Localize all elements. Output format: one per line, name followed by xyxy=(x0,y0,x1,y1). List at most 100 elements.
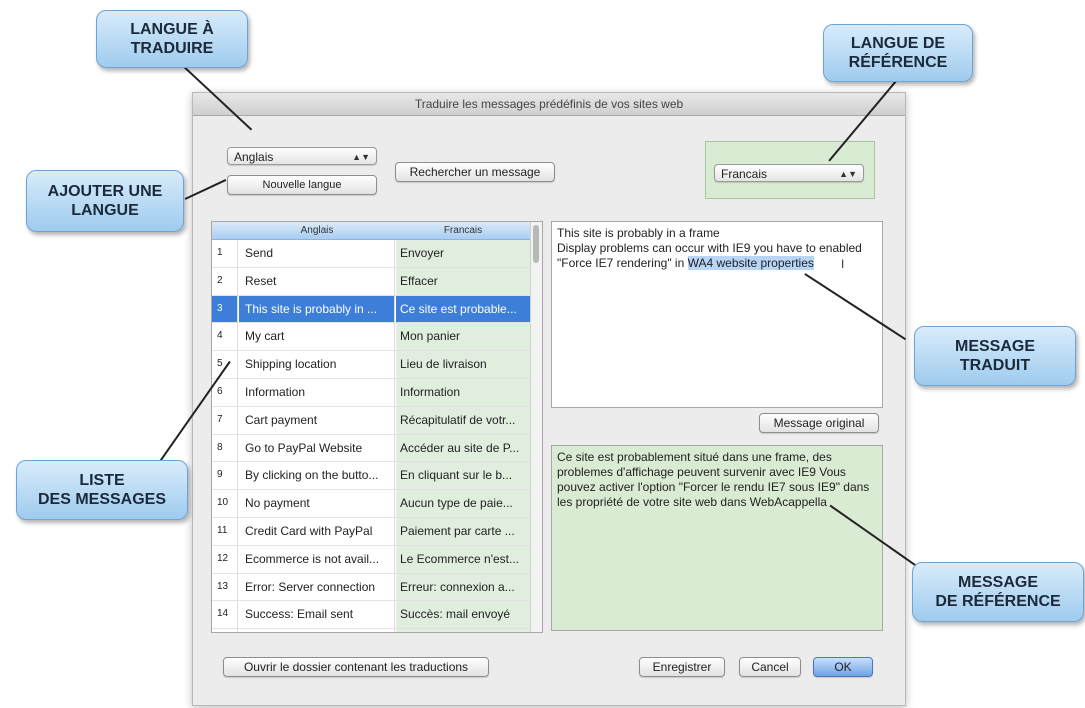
select-arrows-icon: ▲▼ xyxy=(352,152,370,162)
text-cursor-icon: I xyxy=(841,257,845,271)
target-cell: Récapitulatif de votr... xyxy=(396,406,530,434)
translated-line-3: "Force IE7 rendering" in WA4 website pro… xyxy=(557,256,877,271)
table-scrollbar[interactable] xyxy=(530,222,542,632)
translated-message-field[interactable]: This site is probably in a frame Display… xyxy=(551,221,883,408)
ok-button[interactable]: OK xyxy=(813,657,873,677)
row-number: 2 xyxy=(212,267,238,295)
table-row[interactable]: 14 Success: Email sent Succès: mail envoyé xyxy=(212,601,542,630)
target-cell: Succès: mail envoyé xyxy=(396,601,530,629)
table-row[interactable]: 9 By clicking on the butto... En cliquant … xyxy=(212,462,542,491)
language-select[interactable]: Anglais ▲▼ xyxy=(227,147,377,165)
column-header-target[interactable]: Francais xyxy=(396,222,530,239)
callout-text: TRADUIRE xyxy=(130,40,214,57)
callout-text: RÉFÉRENCE xyxy=(848,54,948,71)
open-folder-button[interactable]: Ouvrir le dossier contenant les traducti… xyxy=(223,657,489,677)
callout-text: DE RÉFÉRENCE xyxy=(935,593,1061,610)
source-cell: This site is probably in ... xyxy=(239,295,395,323)
callout-language-to-translate: LANGUE À TRADUIRE xyxy=(96,10,248,68)
table-row[interactable]: 12 Ecommerce is not avail... Le Ecommerce … xyxy=(212,545,542,574)
callout-text: TRADUIT xyxy=(959,357,1031,374)
select-arrows-icon: ▲▼ xyxy=(839,169,857,179)
target-cell: Ce site est probable... xyxy=(396,295,530,323)
dialog-title: Traduire les messages prédéfinis de vos … xyxy=(193,93,905,116)
new-language-button[interactable]: Nouvelle langue xyxy=(227,175,377,195)
table-row[interactable]: 8 Go to PayPal Website Accéder au site de … xyxy=(212,434,542,463)
translated-line-3-text: "Force IE7 rendering" in xyxy=(557,256,688,270)
source-cell: Success: Email sent xyxy=(239,601,395,629)
callout-text: LANGUE xyxy=(71,202,139,219)
source-cell: Go to PayPal Website xyxy=(239,434,395,462)
target-cell: Information xyxy=(396,378,530,406)
target-cell: Paiement par carte ... xyxy=(396,517,530,545)
translated-line-1: This site is probably in a frame xyxy=(557,226,720,240)
messages-table[interactable]: Anglais Francais 1 Send Envoyer 2 Reset Effac… xyxy=(211,221,543,633)
callout-text: LANGUE DE xyxy=(850,35,946,52)
reference-select-value: Francais xyxy=(721,167,768,181)
translated-line-2: Display problems can occur with IE9 you … xyxy=(557,241,862,255)
row-number: 10 xyxy=(212,490,238,517)
reference-language-select[interactable]: Francais ▲▼ xyxy=(714,164,864,182)
target-cell: En cliquant sur le b... xyxy=(396,462,530,490)
target-cell: Accéder au site de P... xyxy=(396,434,530,462)
search-message-button[interactable]: Rechercher un message xyxy=(395,162,555,182)
row-number: 15 xyxy=(212,629,238,632)
table-row[interactable]: 3 This site is probably in ... Ce site est… xyxy=(212,295,542,324)
table-row[interactable]: 5 Shipping location Lieu de livraison xyxy=(212,351,542,379)
source-cell: Shipping location xyxy=(239,351,395,378)
source-cell: Cart payment xyxy=(239,406,395,434)
row-number: 9 xyxy=(212,462,238,490)
column-header-source[interactable]: Anglais xyxy=(239,222,395,239)
callout-reference-message: MESSAGE DE RÉFÉRENCE xyxy=(912,562,1084,622)
callout-text: MESSAGE xyxy=(957,574,1038,591)
reference-message-field: Ce site est probablement situé dans une … xyxy=(551,445,883,631)
table-row[interactable]: 13 Error: Server connection Erreur: connex… xyxy=(212,573,542,602)
target-cell: Erreur: pas de PHP s... xyxy=(396,629,530,632)
row-number: 8 xyxy=(212,434,238,462)
table-row[interactable]: 6 Information Information xyxy=(212,378,542,407)
table-header: Anglais Francais xyxy=(212,222,542,240)
callout-text: AJOUTER UNE xyxy=(47,183,163,200)
target-cell: Envoyer xyxy=(396,240,530,267)
cancel-button[interactable]: Cancel xyxy=(739,657,801,677)
table-row[interactable]: 4 My cart Mon panier xyxy=(212,323,542,352)
table-row[interactable]: 2 Reset Effacer xyxy=(212,267,542,296)
source-cell: Credit Card with PayPal xyxy=(239,517,395,545)
source-cell: Information xyxy=(239,378,395,406)
table-rows: 1 Send Envoyer 2 Reset Effacer 3 This site is p… xyxy=(212,240,542,632)
table-row[interactable]: 15Error: No php on the se...Erreur: pas … xyxy=(212,629,542,632)
source-cell: By clicking on the butto... xyxy=(239,462,395,490)
table-row[interactable]: 10 No payment Aucun type de paie... xyxy=(212,490,542,518)
reference-language-box: Francais ▲▼ xyxy=(705,141,875,199)
original-message-button[interactable]: Message original xyxy=(759,413,879,433)
source-cell: Error: Server connection xyxy=(239,573,395,601)
callout-message-list: LISTE DES MESSAGES xyxy=(16,460,188,520)
save-button[interactable]: Enregistrer xyxy=(639,657,725,677)
scrollbar-thumb[interactable] xyxy=(533,225,539,263)
table-row[interactable]: 11 Credit Card with PayPal Paiement par ca… xyxy=(212,517,542,546)
source-cell: No payment xyxy=(239,490,395,517)
row-number: 3 xyxy=(212,295,238,323)
target-cell: Erreur: connexion a... xyxy=(396,573,530,601)
source-cell: Error: No php on the se... xyxy=(239,629,395,632)
source-cell: Send xyxy=(239,240,395,267)
target-cell: Lieu de livraison xyxy=(396,351,530,378)
target-cell: Mon panier xyxy=(396,323,530,351)
row-number: 6 xyxy=(212,378,238,406)
target-cell: Effacer xyxy=(396,267,530,295)
callout-translated-message: MESSAGE TRADUIT xyxy=(914,326,1076,386)
language-select-value: Anglais xyxy=(234,150,274,164)
callout-add-language: AJOUTER UNE LANGUE xyxy=(26,170,184,232)
row-number: 13 xyxy=(212,573,238,601)
selected-text: WA4 website properties xyxy=(687,256,814,270)
target-cell: Aucun type de paie... xyxy=(396,490,530,517)
row-number: 1 xyxy=(212,240,238,267)
source-cell: Reset xyxy=(239,267,395,295)
row-number: 11 xyxy=(212,517,238,545)
row-number: 14 xyxy=(212,601,238,629)
row-number: 12 xyxy=(212,545,238,573)
reference-message-text: Ce site est probablement situé dans une … xyxy=(557,450,870,509)
table-row[interactable]: 1 Send Envoyer xyxy=(212,240,542,268)
callout-text: MESSAGE xyxy=(954,338,1035,355)
table-row[interactable]: 7 Cart payment Récapitulatif de votr... xyxy=(212,406,542,435)
source-cell: My cart xyxy=(239,323,395,351)
